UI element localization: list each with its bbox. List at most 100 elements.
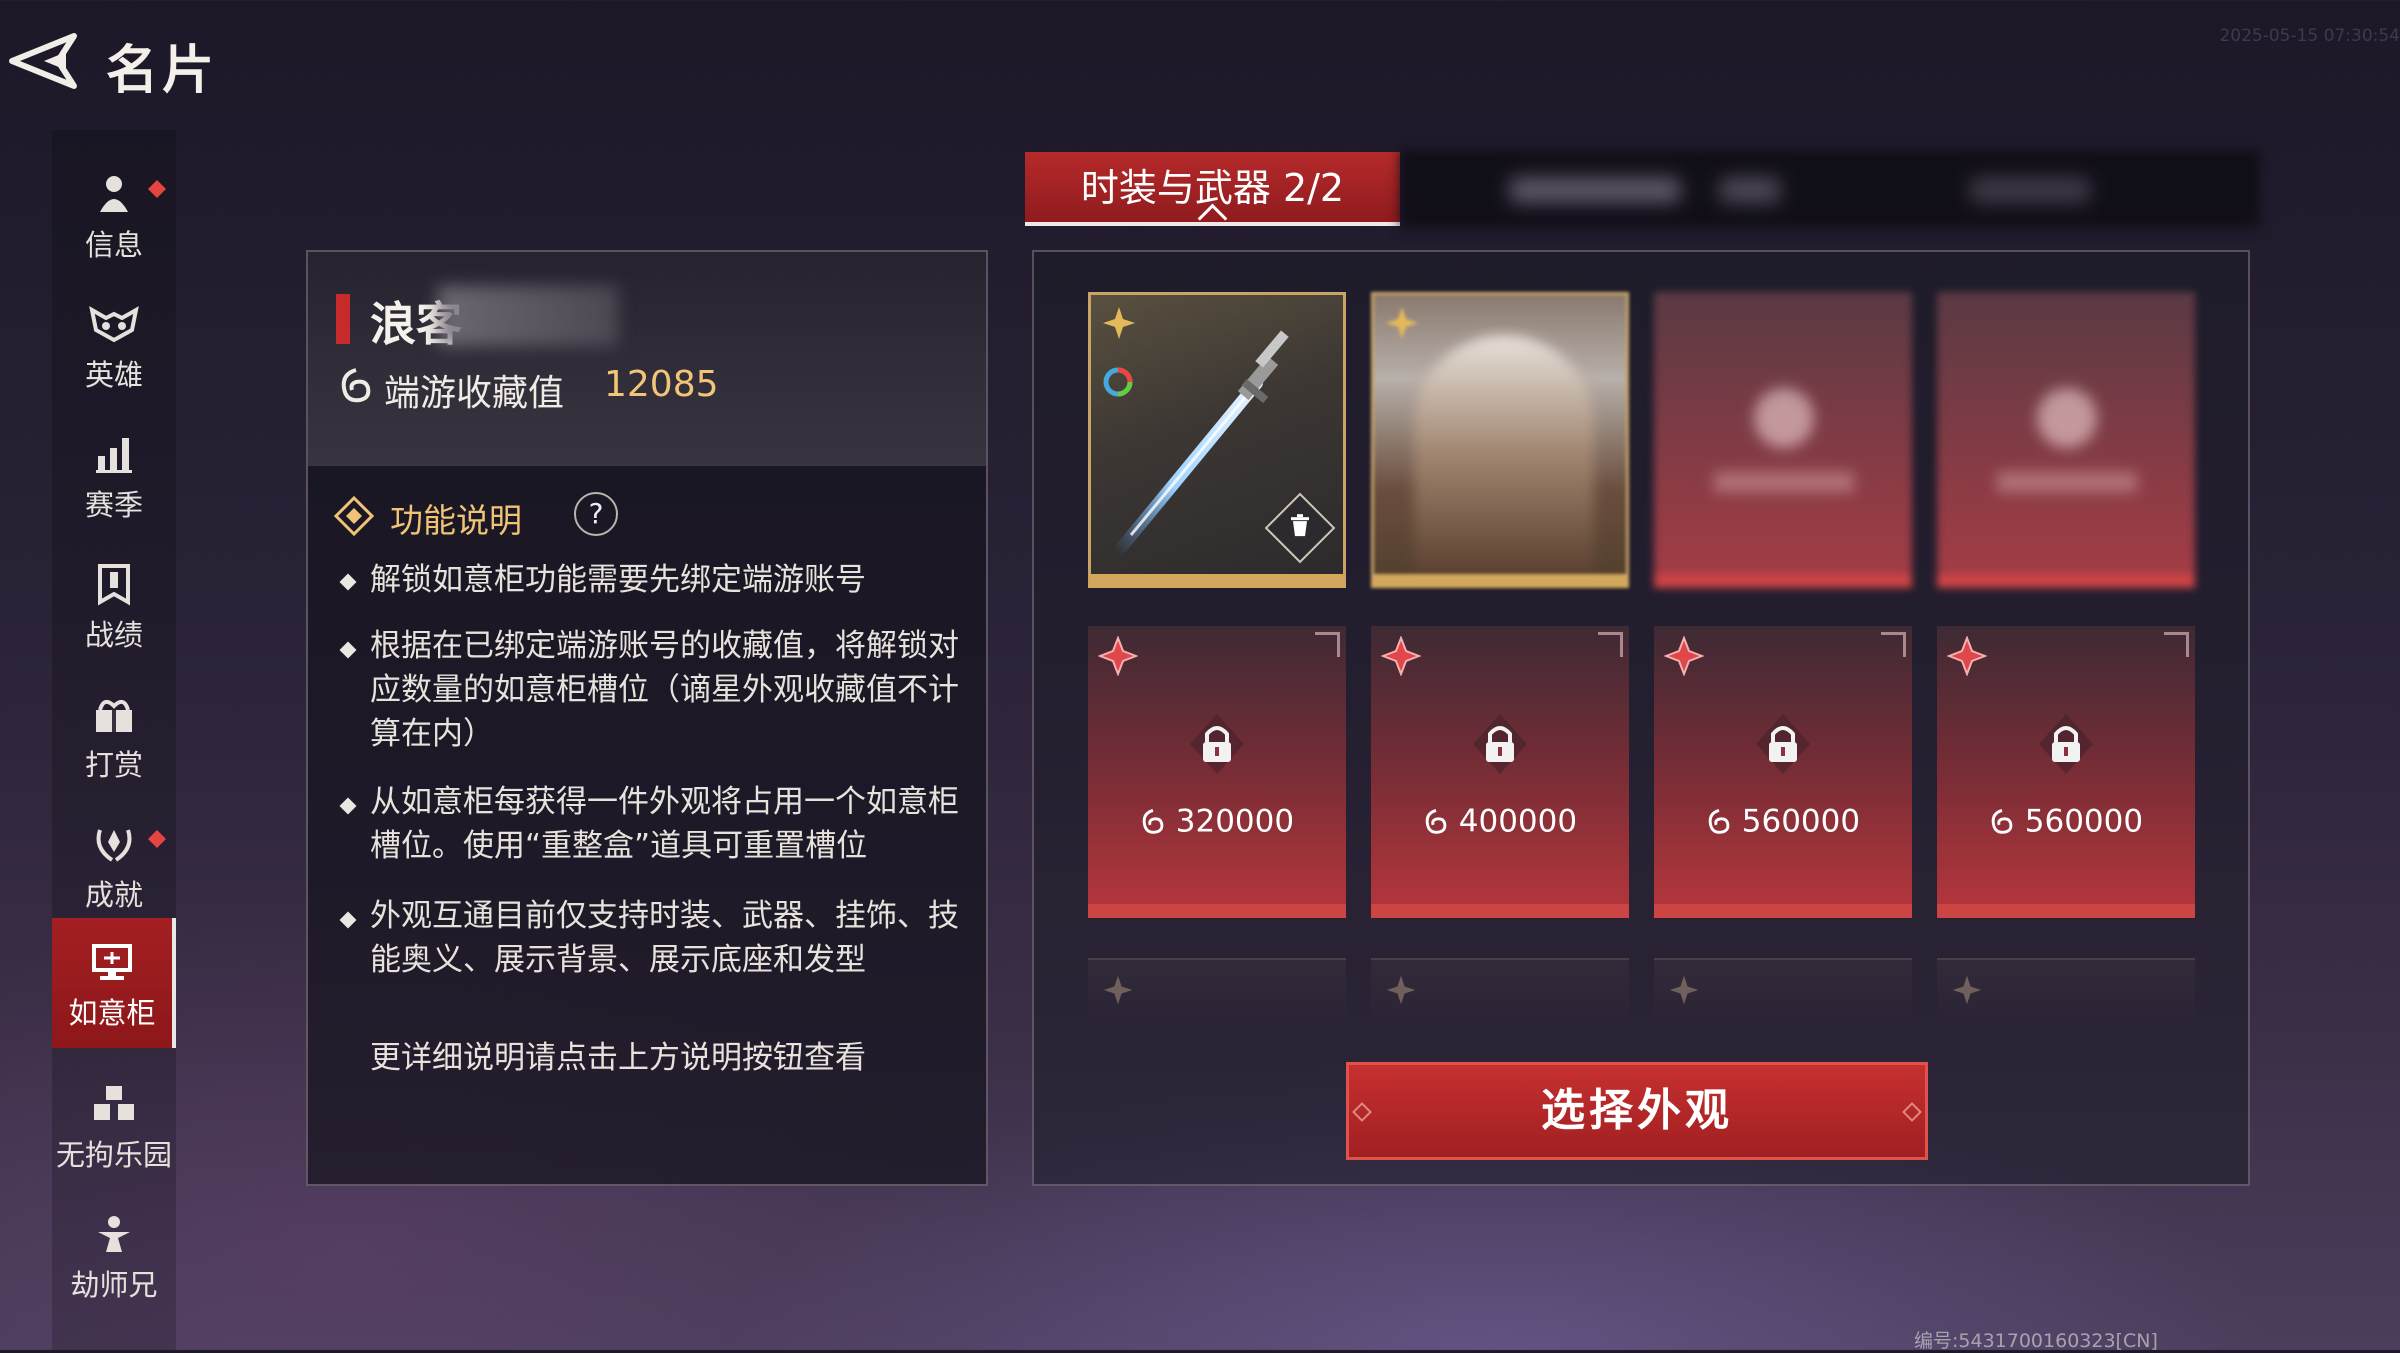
sidebar-item-achievements[interactable]: 成就 — [52, 800, 176, 922]
collection-value: 12085 — [604, 364, 719, 405]
bullet-text: 外观互通目前仅支持时装、武器、挂饰、技能奥义、展示背景、展示底座和发型 — [370, 898, 959, 978]
select-appearance-button[interactable]: 选择外观 — [1346, 1062, 1928, 1160]
banner-icon — [98, 564, 130, 606]
cabinet-slot-empty — [1088, 958, 1346, 1028]
notification-dot-icon — [148, 180, 166, 198]
bullet-icon — [339, 911, 357, 929]
bullet-icon — [339, 797, 357, 815]
cabinet-slot-redacted[interactable] — [1937, 292, 2195, 588]
diamond-icon — [334, 496, 374, 536]
cabinet-slot-locked[interactable]: 400000 — [1371, 626, 1629, 918]
sidebar: 信息 英雄 赛季 战绩 打赏 成就 如意柜 无拘乐园 劫师兄 — [52, 130, 176, 1350]
lock-icon — [1756, 714, 1810, 774]
display-cabinet-icon — [92, 944, 132, 980]
sidebar-item-records[interactable]: 战绩 — [52, 540, 176, 662]
sidebar-item-label: 信息 — [84, 228, 143, 262]
sidebar-item-label: 打赏 — [84, 748, 143, 782]
bullet-text: 从如意柜每获得一件外观将占用一个如意柜槽位。使用“重整盒”道具可重置槽位 — [370, 784, 959, 864]
collection-label: 端游收藏值 — [384, 373, 565, 414]
corner-deco — [1598, 632, 1623, 657]
collection-swirl-icon — [341, 368, 371, 403]
back-arrow-icon — [9, 33, 77, 89]
collection-swirl-icon — [1425, 808, 1447, 834]
gold-star-icon — [1386, 307, 1418, 339]
unlock-cost-value: 320000 — [1175, 803, 1295, 840]
notification-dot-icon — [148, 830, 166, 848]
unlock-cost-value: 400000 — [1458, 803, 1578, 840]
collection-swirl-icon — [1708, 808, 1730, 834]
cabinet-slot-empty — [1371, 958, 1629, 1028]
cabinet-slot-empty — [1654, 958, 1912, 1028]
unlock-cost: 560000 — [1937, 802, 2195, 840]
red-star-icon — [1381, 636, 1421, 676]
page-title: 名片 — [106, 41, 219, 101]
cabinet-slot-locked[interactable]: 560000 — [1654, 626, 1912, 918]
cabinet-slot-locked[interactable]: 320000 — [1088, 626, 1346, 918]
bullet-icon — [339, 641, 357, 659]
laurel-icon — [96, 829, 132, 862]
bar-chart-icon — [96, 438, 132, 473]
unlock-cost: 560000 — [1654, 802, 1912, 840]
blocks-icon — [94, 1086, 134, 1120]
sidebar-item-label: 无拘乐园 — [55, 1138, 172, 1172]
back-button[interactable] — [4, 30, 84, 92]
unlock-cost: 320000 — [1088, 802, 1346, 840]
mask-icon — [89, 306, 139, 343]
button-deco — [1352, 1102, 1372, 1122]
sidebar-item-heroes[interactable]: 英雄 — [52, 280, 176, 402]
cabinet-slot-locked[interactable]: 560000 — [1937, 626, 2195, 918]
lock-icon — [1190, 714, 1244, 774]
bullet-text: 根据在已绑定端游账号的收藏值，将解锁对应数量的如意柜槽位（谪星外观收藏值不计算在… — [370, 628, 959, 752]
sidebar-item-season[interactable]: 赛季 — [52, 410, 176, 532]
trash-icon — [1291, 514, 1309, 537]
corner-deco — [1315, 632, 1340, 657]
lock-icon — [2039, 714, 2093, 774]
player-card: 浪客 端游收藏值 12085 — [308, 252, 986, 466]
corner-deco — [2164, 632, 2189, 657]
red-star-icon — [1098, 636, 1138, 676]
person-icon — [100, 176, 128, 212]
unlock-cost-value: 560000 — [1741, 803, 1861, 840]
footer-id: 编号:5431700160323[CN] — [1914, 1330, 2158, 1352]
info-panel: 浪客 端游收藏值 12085 功能说明 ? 解锁如意柜功能需要先绑定端游账号 根… — [306, 250, 988, 1186]
lock-icon — [1473, 714, 1527, 774]
sidebar-item-paradise[interactable]: 无拘乐园 — [52, 1060, 176, 1182]
cabinet-slot-empty — [1937, 958, 2195, 1028]
sidebar-item-label: 战绩 — [84, 618, 143, 652]
cabinet-slot-costume[interactable] — [1371, 292, 1629, 588]
corner-deco — [1881, 632, 1906, 657]
sidebar-item-tips[interactable]: 打赏 — [52, 670, 176, 792]
star-outline-icon — [1103, 975, 1133, 1005]
gift-icon — [96, 699, 132, 732]
unlock-cost: 400000 — [1371, 802, 1629, 840]
name-accent-bar — [336, 294, 350, 344]
star-outline-icon — [1669, 975, 1699, 1005]
sidebar-item-label: 英雄 — [84, 358, 143, 392]
help-button[interactable]: ? — [574, 492, 618, 536]
cabinet-slot-redacted[interactable] — [1654, 292, 1912, 588]
sidebar-item-label: 赛季 — [84, 488, 143, 522]
sidebar-item-cabinet[interactable]: 如意柜 — [52, 918, 176, 1048]
bullet-icon — [339, 573, 357, 591]
more-info-text: 更详细说明请点击上方说明按钮查看 — [370, 1040, 866, 1076]
tabs-redacted-blur — [1400, 150, 2260, 228]
bullet-text: 解锁如意柜功能需要先绑定端游账号 — [370, 562, 866, 598]
select-appearance-label: 选择外观 — [1541, 1085, 1733, 1136]
sidebar-item-info[interactable]: 信息 — [52, 150, 176, 272]
button-deco — [1902, 1102, 1922, 1122]
star-outline-icon — [1952, 975, 1982, 1005]
sidebar-item-label: 劫师兄 — [70, 1268, 158, 1302]
sidebar-item-senior[interactable]: 劫师兄 — [52, 1190, 176, 1312]
sidebar-item-label: 成就 — [84, 878, 143, 912]
costume-image — [1414, 335, 1594, 574]
function-label: 功能说明 — [390, 501, 522, 540]
star-outline-icon — [1386, 975, 1416, 1005]
cabinet-slot-weapon[interactable] — [1088, 292, 1346, 588]
figure-icon — [98, 1216, 130, 1252]
collection-swirl-icon — [1991, 808, 2013, 834]
red-star-icon — [1664, 636, 1704, 676]
sidebar-item-label: 如意柜 — [68, 996, 156, 1030]
collection-swirl-icon — [1142, 808, 1164, 834]
unlock-cost-value: 560000 — [2024, 803, 2144, 840]
red-star-icon — [1947, 636, 1987, 676]
